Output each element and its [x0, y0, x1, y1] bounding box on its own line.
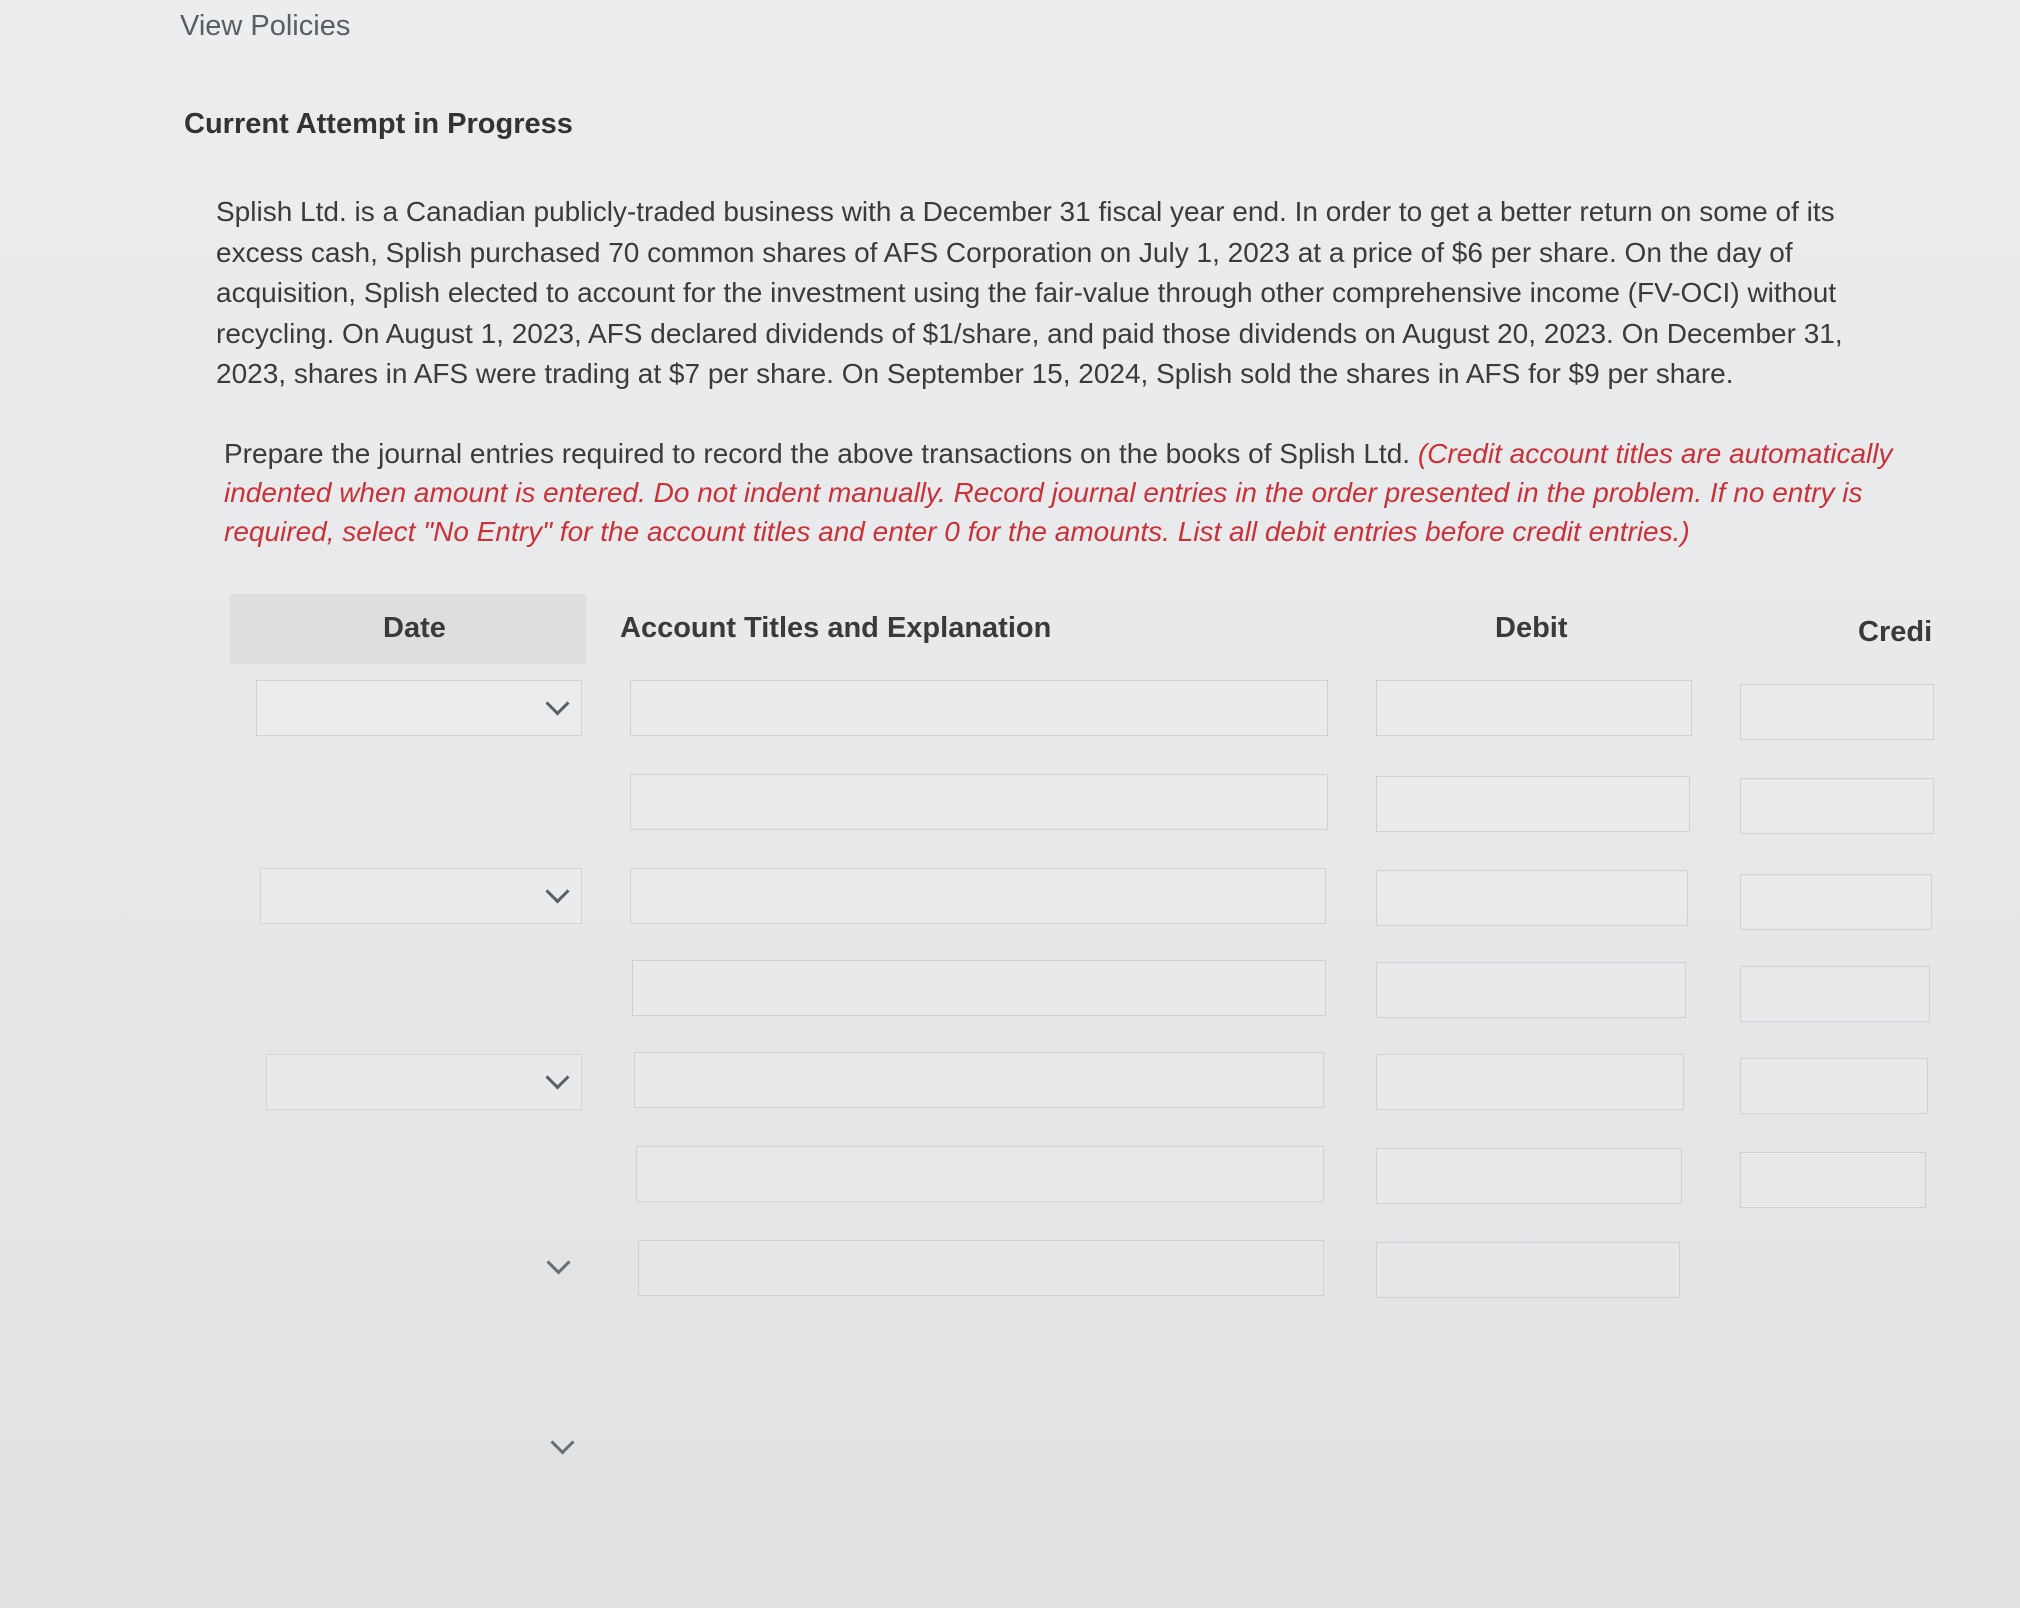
- account-title-input[interactable]: [632, 960, 1326, 1016]
- debit-input[interactable]: [1376, 870, 1688, 926]
- account-title-input[interactable]: [636, 1146, 1324, 1202]
- debit-input[interactable]: [1376, 776, 1690, 832]
- account-title-input[interactable]: [630, 868, 1326, 924]
- journal-table-header: Date Account Titles and Explanation Debi…: [230, 594, 2020, 664]
- debit-input[interactable]: [1376, 962, 1686, 1018]
- date-select[interactable]: [266, 1054, 582, 1110]
- account-title-input[interactable]: [638, 1240, 1324, 1296]
- debit-input[interactable]: [1376, 1242, 1680, 1298]
- chevron-down-icon[interactable]: [550, 1430, 575, 1455]
- date-select[interactable]: [260, 868, 582, 924]
- attempt-title: Current Attempt in Progress: [184, 108, 573, 140]
- debit-input[interactable]: [1376, 1054, 1684, 1110]
- account-title-input[interactable]: [630, 680, 1328, 736]
- debit-input[interactable]: [1376, 1148, 1682, 1204]
- account-column-header: Account Titles and Explanation: [620, 612, 1052, 644]
- credit-input[interactable]: [1740, 1058, 1928, 1114]
- credit-input[interactable]: [1740, 778, 1934, 834]
- account-title-input[interactable]: [630, 774, 1328, 830]
- chevron-down-icon: [545, 1065, 570, 1090]
- credit-input[interactable]: [1740, 966, 1930, 1022]
- debit-input[interactable]: [1376, 680, 1692, 736]
- chevron-down-icon[interactable]: [546, 1250, 571, 1275]
- instructions-text: Prepare the journal entries required to …: [224, 438, 1418, 469]
- chevron-down-icon: [545, 879, 570, 904]
- problem-text: Splish Ltd. is a Canadian publicly-trade…: [216, 196, 1843, 389]
- credit-input[interactable]: [1740, 684, 1934, 740]
- date-column-header: Date: [383, 612, 446, 644]
- view-policies-link[interactable]: View Policies: [180, 10, 350, 43]
- page: View Policies Current Attempt in Progres…: [0, 0, 2020, 1608]
- credit-input[interactable]: [1740, 1152, 1926, 1208]
- account-title-input[interactable]: [634, 1052, 1324, 1108]
- chevron-down-icon: [545, 691, 570, 716]
- debit-column-header: Debit: [1495, 612, 1568, 644]
- credit-input[interactable]: [1740, 874, 1932, 930]
- instructions: Prepare the journal entries required to …: [224, 434, 1924, 551]
- credit-column-header: Credi: [1858, 616, 1933, 648]
- date-select[interactable]: [256, 680, 582, 736]
